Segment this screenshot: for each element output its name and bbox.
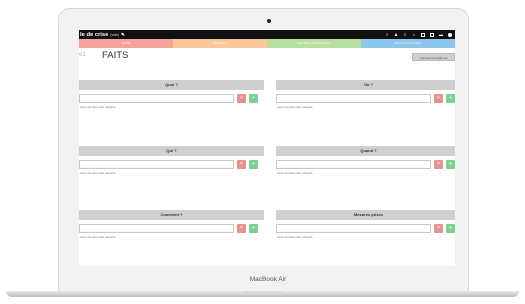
add-button[interactable]: +: [446, 160, 455, 169]
app-subtitle: (vide): [110, 33, 120, 37]
plus-icon: +: [252, 161, 255, 167]
tab-parties-prenantes[interactable]: PARTIES PRENANTES: [267, 39, 361, 48]
close-icon: ×: [437, 95, 440, 101]
empty-note: Aucun fait dans cette catégorie: [80, 106, 116, 109]
close-icon: ×: [240, 95, 243, 101]
app-title-text: le de crise: [80, 32, 109, 38]
plus-icon: +: [449, 161, 452, 167]
panel-title: Quoi ?: [79, 80, 264, 90]
panel-title: Qui ?: [79, 146, 264, 156]
plus-icon: +: [449, 225, 452, 231]
add-button[interactable]: +: [446, 94, 455, 103]
tab-impacts[interactable]: IMPACTS: [173, 39, 267, 48]
add-button[interactable]: +: [446, 224, 455, 233]
fact-input[interactable]: [79, 160, 234, 169]
panel-ou: Où ? × + Aucun fait dans cette catégorie: [276, 80, 455, 128]
fact-input[interactable]: [79, 94, 234, 103]
device-label: MacBook Air: [249, 276, 287, 283]
lock-icon[interactable]: ▪: [412, 32, 416, 37]
save-icon[interactable]: [430, 32, 434, 37]
close-icon: ×: [240, 225, 243, 231]
delete-button[interactable]: ×: [434, 160, 443, 169]
page-title: FAITS: [102, 50, 129, 61]
panel-quoi: Quoi ? × + Aucun fait dans cette catégor…: [79, 80, 264, 128]
close-icon: ×: [240, 161, 243, 167]
fact-input[interactable]: [276, 224, 431, 233]
panel-title: Mesures prises: [276, 210, 455, 220]
add-button[interactable]: +: [249, 94, 258, 103]
close-icon: ×: [437, 161, 440, 167]
tab-faits[interactable]: FAITS: [79, 39, 173, 48]
laptop-base-notch: [242, 291, 282, 293]
settings-icon[interactable]: [448, 32, 452, 37]
page-step: e1: [79, 52, 86, 58]
close-icon: ×: [437, 225, 440, 231]
laptop: le de crise (vide) ✎ ? ♟ ≡ ▪ ▬ FAITS IMPAC…: [0, 0, 525, 304]
edit-title-icon[interactable]: ✎: [121, 32, 125, 37]
empty-note: Aucun fait dans cette catégorie: [80, 172, 116, 175]
add-button[interactable]: +: [249, 224, 258, 233]
add-button[interactable]: +: [249, 160, 258, 169]
folder-icon[interactable]: ▬: [439, 32, 443, 37]
empty-note: Aucun fait dans cette catégorie: [277, 106, 313, 109]
panel-title: Quand ?: [276, 146, 455, 156]
delete-button[interactable]: ×: [237, 160, 246, 169]
empty-note: Aucun fait dans cette catégorie: [80, 236, 116, 239]
plus-icon: +: [252, 225, 255, 231]
delete-button[interactable]: ×: [434, 94, 443, 103]
camera-dot: [267, 19, 271, 23]
top-icons: ? ♟ ≡ ▪ ▬: [385, 30, 452, 39]
tab-plan-actions[interactable]: PLAN D'ACTIONS: [361, 39, 455, 48]
page-header: e1 FAITS Comment remplir cet: [79, 48, 455, 64]
panel-qui: Qui ? × + Aucun fait dans cette catégori…: [79, 146, 264, 194]
document-icon[interactable]: [421, 32, 425, 37]
empty-note: Aucun fait dans cette catégorie: [277, 236, 313, 239]
panel-comment: Comment ? × + Aucun fait dans cette caté…: [79, 210, 264, 258]
panel-title: Où ?: [276, 80, 455, 90]
panel-title: Comment ?: [79, 210, 264, 220]
delete-button[interactable]: ×: [434, 224, 443, 233]
help-fill-button[interactable]: Comment remplir cet: [412, 53, 455, 61]
top-bar: le de crise (vide) ✎ ? ♟ ≡ ▪ ▬: [79, 30, 455, 39]
help-icon[interactable]: ?: [385, 32, 389, 37]
delete-button[interactable]: ×: [237, 94, 246, 103]
app-screen: le de crise (vide) ✎ ? ♟ ≡ ▪ ▬ FAITS IMPAC…: [79, 30, 455, 266]
fact-input[interactable]: [276, 94, 431, 103]
plus-icon: +: [252, 95, 255, 101]
delete-button[interactable]: ×: [237, 224, 246, 233]
tab-bar: FAITS IMPACTS PARTIES PRENANTES PLAN D'A…: [79, 39, 455, 48]
plus-icon: +: [449, 95, 452, 101]
list-icon[interactable]: ≡: [403, 32, 407, 37]
panel-quand: Quand ? × + Aucun fait dans cette catégo…: [276, 146, 455, 194]
panel-mesures-prises: Mesures prises × + Aucun fait dans cette…: [276, 210, 455, 258]
fact-input[interactable]: [276, 160, 431, 169]
fact-input[interactable]: [79, 224, 234, 233]
users-icon[interactable]: ♟: [394, 32, 398, 37]
empty-note: Aucun fait dans cette catégorie: [277, 172, 313, 175]
